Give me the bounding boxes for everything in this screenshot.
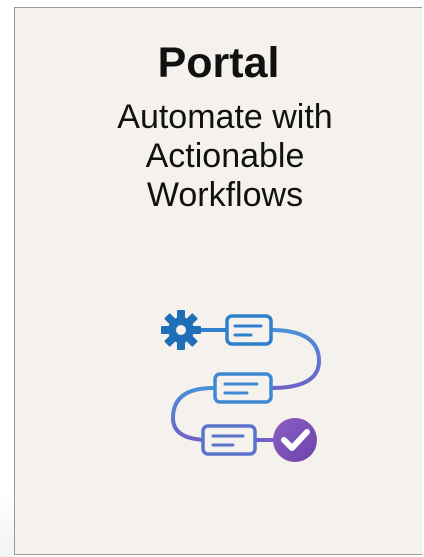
checkmark-circle-icon xyxy=(273,418,317,462)
document-icon xyxy=(201,424,257,456)
workflow-illustration xyxy=(161,310,322,462)
document-icon xyxy=(213,372,273,404)
gear-icon xyxy=(161,310,201,350)
portal-card[interactable]: Portal Automate with Actionable Workflow… xyxy=(14,7,422,555)
page-left-margin xyxy=(0,0,14,557)
card-subtitle: Automate with Actionable Workflows xyxy=(117,98,333,214)
page-left-margin-fade xyxy=(0,490,14,557)
card-title: Portal xyxy=(157,39,280,87)
document-icon xyxy=(225,314,273,346)
